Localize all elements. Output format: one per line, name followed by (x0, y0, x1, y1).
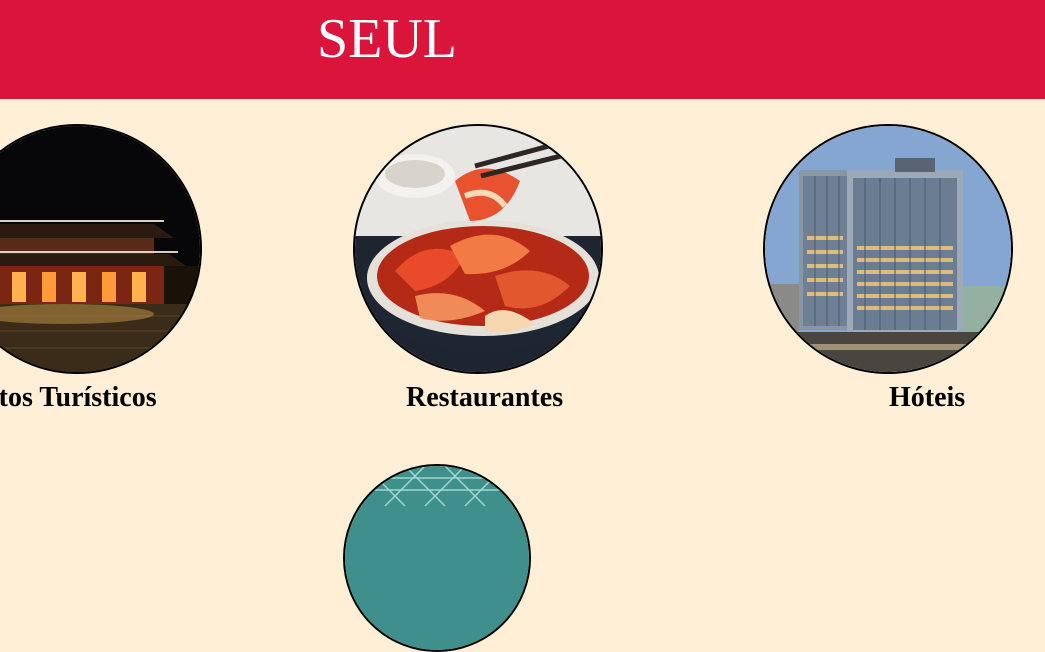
next-card-image[interactable] (343, 464, 531, 652)
card-label-restaurantes[interactable]: Restaurantes (406, 382, 563, 414)
page-title: SEUL (317, 8, 457, 70)
card-label-hoteis[interactable]: Hóteis (889, 382, 965, 414)
hotel-illustration (765, 126, 1011, 372)
kimchi-illustration (355, 126, 601, 372)
palace-night-illustration (0, 126, 200, 372)
hotel-image[interactable] (763, 124, 1013, 374)
glass-dome-illustration (345, 466, 529, 650)
kimchi-image[interactable] (353, 124, 603, 374)
page-header: SEUL (0, 0, 1045, 99)
card-label-pontos-turisticos[interactable]: Pontos Turísticos (0, 382, 157, 414)
palace-night-image[interactable] (0, 124, 202, 374)
